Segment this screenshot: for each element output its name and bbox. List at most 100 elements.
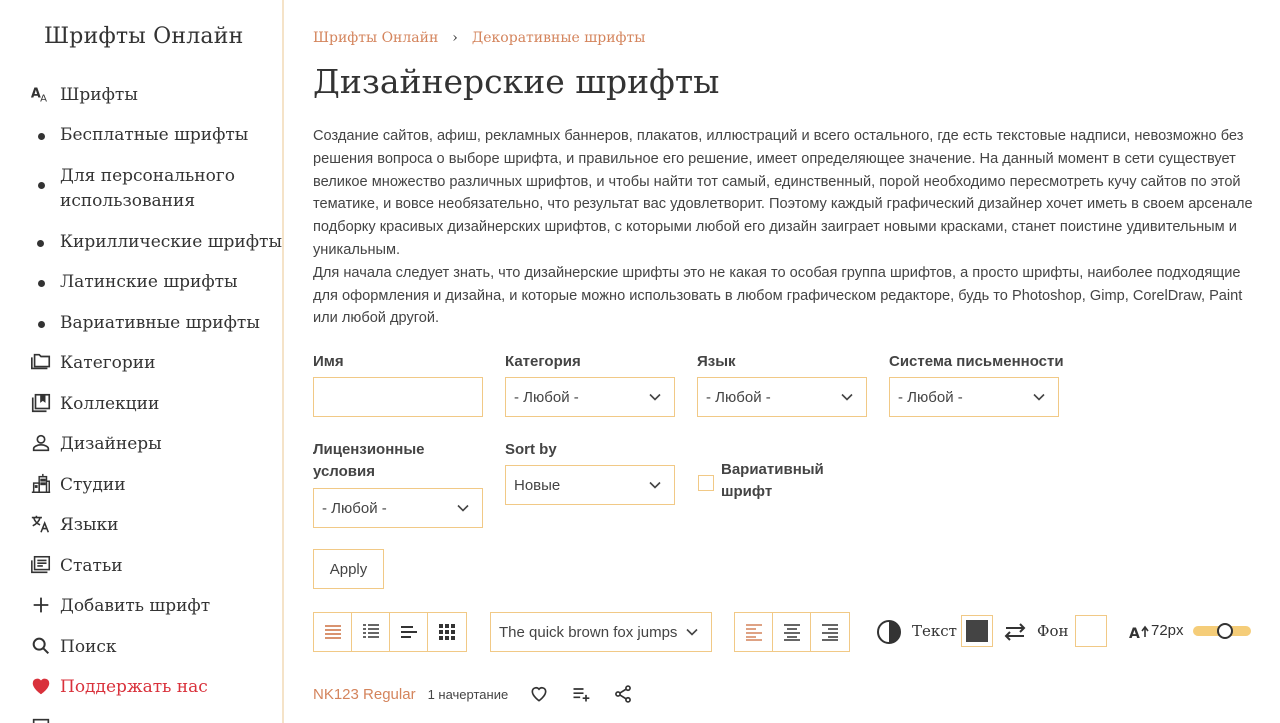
contrast-icon[interactable] xyxy=(876,619,902,645)
plus-icon xyxy=(0,594,60,616)
heart-icon xyxy=(0,675,60,697)
description-paragraph: Для начала следует знать, что дизайнерск… xyxy=(313,264,1243,327)
sidebar-item-label: Студии xyxy=(60,475,126,495)
list-view-icon xyxy=(324,625,341,639)
favorite-button[interactable] xyxy=(528,683,550,705)
category-label: Категория xyxy=(505,353,581,370)
chevron-down-icon xyxy=(1033,393,1045,401)
sidebar-item-personal-use[interactable]: Для персонального использования xyxy=(0,164,282,214)
license-select-value: - Любой - xyxy=(322,499,387,517)
person-icon xyxy=(0,432,60,454)
swap-colors-icon[interactable] xyxy=(1002,620,1028,644)
variable-checkbox[interactable] xyxy=(698,475,714,491)
breadcrumb-link-decorative[interactable]: Декоративные шрифты xyxy=(472,30,645,46)
script-select[interactable]: - Любой - xyxy=(889,377,1059,417)
preview-text-select[interactable]: The quick brown fox jumps xyxy=(490,612,712,652)
sidebar-item-label: Поиск xyxy=(60,637,117,657)
bullet-icon xyxy=(0,230,60,247)
language-select[interactable]: - Любой - xyxy=(697,377,867,417)
variable-checkbox-label[interactable]: Вариативный шрифт xyxy=(721,459,831,503)
sidebar-item-search[interactable]: Поиск xyxy=(0,635,282,660)
align-left-button[interactable] xyxy=(735,613,773,651)
sidebar-item-label: Для персонального использования xyxy=(60,166,236,211)
sidebar-item-cyrillic[interactable]: Кириллические шрифты xyxy=(0,230,282,255)
script-select-value: - Любой - xyxy=(898,388,963,406)
list-view-button[interactable] xyxy=(314,613,352,651)
sidebar-item-latin[interactable]: Латинские шрифты xyxy=(0,270,282,295)
license-select[interactable]: - Любой - xyxy=(313,488,483,528)
sidebar-item-free-fonts[interactable]: Бесплатные шрифты xyxy=(0,123,282,148)
share-button[interactable] xyxy=(612,683,634,705)
sidebar-item-fonts[interactable]: AA Шрифты xyxy=(0,83,282,108)
font-size-slider-handle[interactable] xyxy=(1217,623,1233,639)
sidebar-item-partial xyxy=(0,716,282,723)
bg-color-swatch[interactable] xyxy=(1075,615,1107,647)
bg-color-fill xyxy=(1080,620,1102,642)
compact-list-button[interactable] xyxy=(390,613,428,651)
building-icon xyxy=(0,473,60,495)
sidebar-item-add-font[interactable]: Добавить шрифт xyxy=(0,594,282,619)
sidebar-item-label: Дизайнеры xyxy=(60,434,162,454)
text-color-swatch[interactable] xyxy=(961,615,993,647)
sidebar-item-label: Латинские шрифты xyxy=(60,272,238,292)
sidebar-item-label: Вариативные шрифты xyxy=(60,313,260,333)
sort-label: Sort by xyxy=(505,441,557,458)
article-icon xyxy=(0,554,60,576)
breadcrumb-link-home[interactable]: Шрифты Онлайн xyxy=(313,30,438,46)
sidebar-item-articles[interactable]: Статьи xyxy=(0,554,282,579)
compact-list-icon xyxy=(400,626,417,638)
apply-button[interactable]: Apply xyxy=(313,549,384,589)
breadcrumb-separator: › xyxy=(452,30,458,46)
sidebar-item-variable[interactable]: Вариативные шрифты xyxy=(0,311,282,336)
bullet-icon xyxy=(0,270,60,287)
font-list-item: NK123 Regular 1 начертание xyxy=(313,683,634,705)
detailed-list-icon xyxy=(362,624,379,638)
share-icon xyxy=(615,685,632,703)
grid-view-button[interactable] xyxy=(428,613,466,651)
svg-text:A: A xyxy=(40,93,47,104)
font-styles-count: 1 начертание xyxy=(427,686,509,702)
name-input[interactable] xyxy=(313,377,483,417)
detailed-list-button[interactable] xyxy=(352,613,390,651)
sidebar-item-label: Шрифты xyxy=(60,85,138,105)
bg-color-label: Фон xyxy=(1037,622,1069,640)
chevron-down-icon xyxy=(686,628,698,636)
sidebar-item-languages[interactable]: Языки xyxy=(0,513,282,538)
chevron-down-icon xyxy=(649,393,661,401)
sidebar-item-support[interactable]: Поддержать нас xyxy=(0,675,282,700)
chevron-down-icon xyxy=(457,504,469,512)
sidebar-item-studios[interactable]: Студии xyxy=(0,473,282,498)
align-group xyxy=(734,612,850,652)
sidebar-item-categories[interactable]: Категории xyxy=(0,351,282,376)
sidebar-item-designers[interactable]: Дизайнеры xyxy=(0,432,282,457)
view-mode-group xyxy=(313,612,467,652)
category-select[interactable]: - Любой - xyxy=(505,377,675,417)
font-size-slider[interactable] xyxy=(1193,623,1251,639)
sidebar-item-collections[interactable]: Коллекции xyxy=(0,392,282,417)
translate-icon xyxy=(0,513,60,535)
search-icon xyxy=(0,635,60,657)
playlist-add-icon xyxy=(573,688,590,702)
preview-text-value: The quick brown fox jumps xyxy=(499,623,677,641)
sidebar-item-label: Языки xyxy=(60,515,119,535)
text-color-fill xyxy=(966,620,988,642)
align-center-button[interactable] xyxy=(773,613,811,651)
grid-view-icon xyxy=(439,624,455,640)
sort-select[interactable]: Новые xyxy=(505,465,675,505)
name-label: Имя xyxy=(313,353,344,370)
font-name-link[interactable]: NK123 Regular xyxy=(313,686,416,703)
heart-outline-icon xyxy=(531,686,547,702)
page-title: Дизайнерские шрифты xyxy=(313,62,720,101)
sort-select-value: Новые xyxy=(514,476,561,494)
chevron-down-icon xyxy=(841,393,853,401)
add-to-collection-button[interactable] xyxy=(570,683,592,705)
align-right-button[interactable] xyxy=(811,613,849,651)
font-size-icon: A xyxy=(1129,625,1149,641)
page-description: Создание сайтов, афиш, рекламных баннеро… xyxy=(313,125,1253,330)
script-label: Система письменности xyxy=(889,353,1064,370)
font-size-value: 72px xyxy=(1151,622,1184,639)
license-label: Лицензионные условия xyxy=(313,441,425,480)
site-logo[interactable]: Шрифты Онлайн xyxy=(44,24,243,49)
sidebar-item-label: Поддержать нас xyxy=(60,677,208,697)
font-icon: AA xyxy=(0,83,60,105)
